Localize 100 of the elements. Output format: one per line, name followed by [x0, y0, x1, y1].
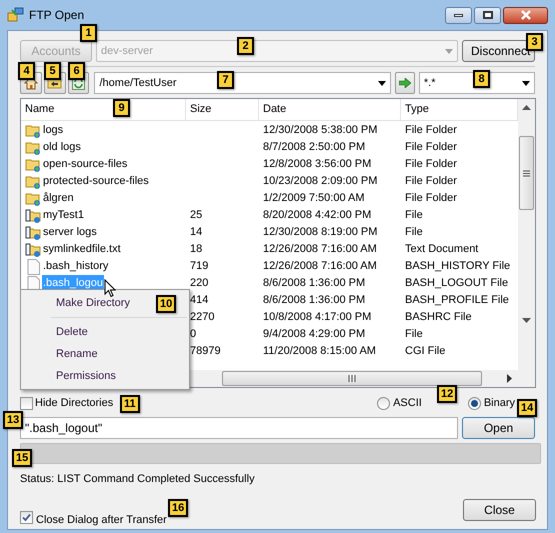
linked-folder-icon: [25, 208, 41, 223]
menu-item[interactable]: Make Directory: [56, 292, 130, 314]
linked-folder-icon: [25, 242, 41, 257]
radio-label: Binary: [484, 396, 515, 411]
open-button[interactable]: Open: [462, 417, 535, 439]
close-icon: [520, 10, 532, 20]
table-cell-text: 8/6/2008 1:36:00 PM: [262, 293, 366, 308]
callout-number: 9: [113, 99, 130, 117]
table-cell-text: 0: [189, 327, 198, 342]
table-cell-text: File Folder: [404, 140, 458, 156]
radio-button[interactable]: [468, 396, 481, 410]
folder-globe-icon: [25, 191, 41, 206]
close-window-button[interactable]: [503, 6, 548, 24]
table-cell-text: 12/26/2008 7:16:00 AM: [262, 242, 378, 258]
table-cell-text: File Folder: [404, 174, 458, 190]
vertical-scrollbar[interactable]: [518, 99, 535, 387]
table-cell-text: 414: [189, 293, 210, 308]
dropdown-caret-icon: [445, 48, 453, 54]
column-header[interactable]: Size: [186, 99, 259, 120]
table-cell-text: 10/8/2008 4:17:00 PM: [262, 310, 372, 326]
table-cell-text: File: [404, 327, 424, 342]
table-cell-text: BASH_LOGOUT File: [404, 276, 510, 292]
grip-icon: [348, 375, 356, 382]
go-button[interactable]: [395, 72, 415, 94]
callout-number: 16: [168, 499, 188, 517]
dropdown-caret-icon: [522, 80, 530, 86]
file-name[interactable]: old logs: [42, 139, 82, 156]
table-cell-text: 18: [189, 242, 204, 258]
table-cell-text: 12/8/2008 3:56:00 PM: [262, 157, 372, 172]
file-name[interactable]: logs: [42, 122, 64, 139]
table-cell-text: BASHRC File: [404, 310, 473, 326]
close-after-transfer-checkbox[interactable]: [20, 510, 33, 524]
table-cell-text: 9/4/2008 4:29:00 PM: [262, 327, 366, 342]
table-cell-text: BASH_PROFILE File: [404, 293, 510, 308]
file-name[interactable]: open-source-files: [42, 156, 128, 173]
minimize-button[interactable]: [445, 6, 472, 24]
table-cell-text: 12/26/2008 7:16:00 AM: [262, 259, 378, 274]
scroll-down-icon[interactable]: [522, 318, 531, 323]
menu-item[interactable]: Rename: [56, 343, 98, 365]
menu-item[interactable]: Delete: [56, 321, 88, 343]
radio-button[interactable]: [377, 396, 390, 410]
folder-globe-icon: [25, 174, 41, 189]
table-cell-text: File Folder: [404, 123, 458, 138]
table-cell-text: 11/20/2008 8:15:00 AM: [262, 344, 377, 360]
table-cell-text: File Folder: [404, 191, 458, 206]
status-text: Status: LIST Command Completed Successfully: [20, 474, 256, 485]
checkbox-label: Close Dialog after Transfer: [36, 513, 167, 528]
callout-number: 13: [3, 411, 24, 429]
table-cell-text: Text Document: [404, 242, 480, 258]
table-cell-text: File: [404, 208, 424, 224]
table-cell-text: 12/30/2008 8:19:00 PM: [262, 225, 378, 240]
checkbox-label: Hide Directories: [35, 396, 114, 411]
document-icon: [26, 258, 40, 274]
table-cell-text: 14: [189, 225, 204, 240]
callout-number: 1: [80, 24, 97, 42]
table-cell-text: 8/20/2008 4:42:00 PM: [262, 208, 372, 224]
scroll-right-icon[interactable]: [507, 374, 512, 383]
callout-number: 12: [437, 385, 458, 403]
column-header[interactable]: Date: [259, 99, 401, 120]
maximize-button[interactable]: [474, 6, 501, 24]
callout-number: 15: [12, 449, 32, 467]
table-cell-text: BASH_HISTORY File: [404, 259, 512, 274]
ftp-app-icon: [7, 7, 25, 23]
grip-icon: [523, 170, 530, 176]
table-cell-text: CGI File: [404, 344, 446, 360]
folder-globe-icon: [25, 157, 41, 172]
callout-number: 2: [237, 37, 254, 55]
file-name[interactable]: protected-source-files: [42, 173, 150, 190]
filename-field[interactable]: ".bash_logout": [20, 417, 458, 439]
scroll-up-icon[interactable]: [522, 105, 531, 110]
callout-number: 4: [18, 62, 35, 80]
go-arrow-icon: [398, 78, 411, 88]
callout-number: 7: [217, 71, 234, 89]
hide-directories-checkbox[interactable]: [20, 396, 33, 410]
table-cell-text: 2270: [189, 310, 216, 326]
mouse-cursor-icon: [104, 279, 116, 298]
table-cell-text: 78979: [189, 344, 222, 360]
close-button[interactable]: Close: [463, 499, 536, 522]
table-cell-text: File Folder: [404, 157, 458, 172]
callout-number: 3: [526, 33, 543, 51]
table-cell-text: 8/7/2008 2:50:00 PM: [262, 140, 366, 156]
callout-number: 14: [517, 399, 538, 417]
menu-item[interactable]: Permissions: [56, 365, 116, 387]
file-name[interactable]: myTest1: [42, 207, 85, 224]
table-cell-text: 220: [189, 276, 210, 292]
table-cell-text: 719: [189, 259, 210, 274]
folder-globe-icon: [25, 140, 41, 155]
callout-number: 10: [156, 295, 176, 313]
table-cell-text: 8/6/2008 1:36:00 PM: [262, 276, 366, 292]
callout-number: 8: [473, 70, 490, 88]
table-cell-text: File: [404, 225, 424, 240]
table-cell-text: 1/2/2009 7:50:00 AM: [262, 191, 366, 206]
table-cell-text: 10/23/2008 2:09:00 PM: [262, 174, 378, 190]
file-name[interactable]: server logs: [42, 224, 98, 241]
file-name[interactable]: symlinkedfile.txt: [42, 241, 122, 258]
file-name[interactable]: .bash_history: [42, 258, 110, 275]
callout-number: 11: [120, 395, 140, 413]
dropdown-caret-icon: [378, 80, 386, 86]
file-name[interactable]: ålgren: [42, 190, 75, 207]
callout-number: 5: [44, 62, 61, 80]
